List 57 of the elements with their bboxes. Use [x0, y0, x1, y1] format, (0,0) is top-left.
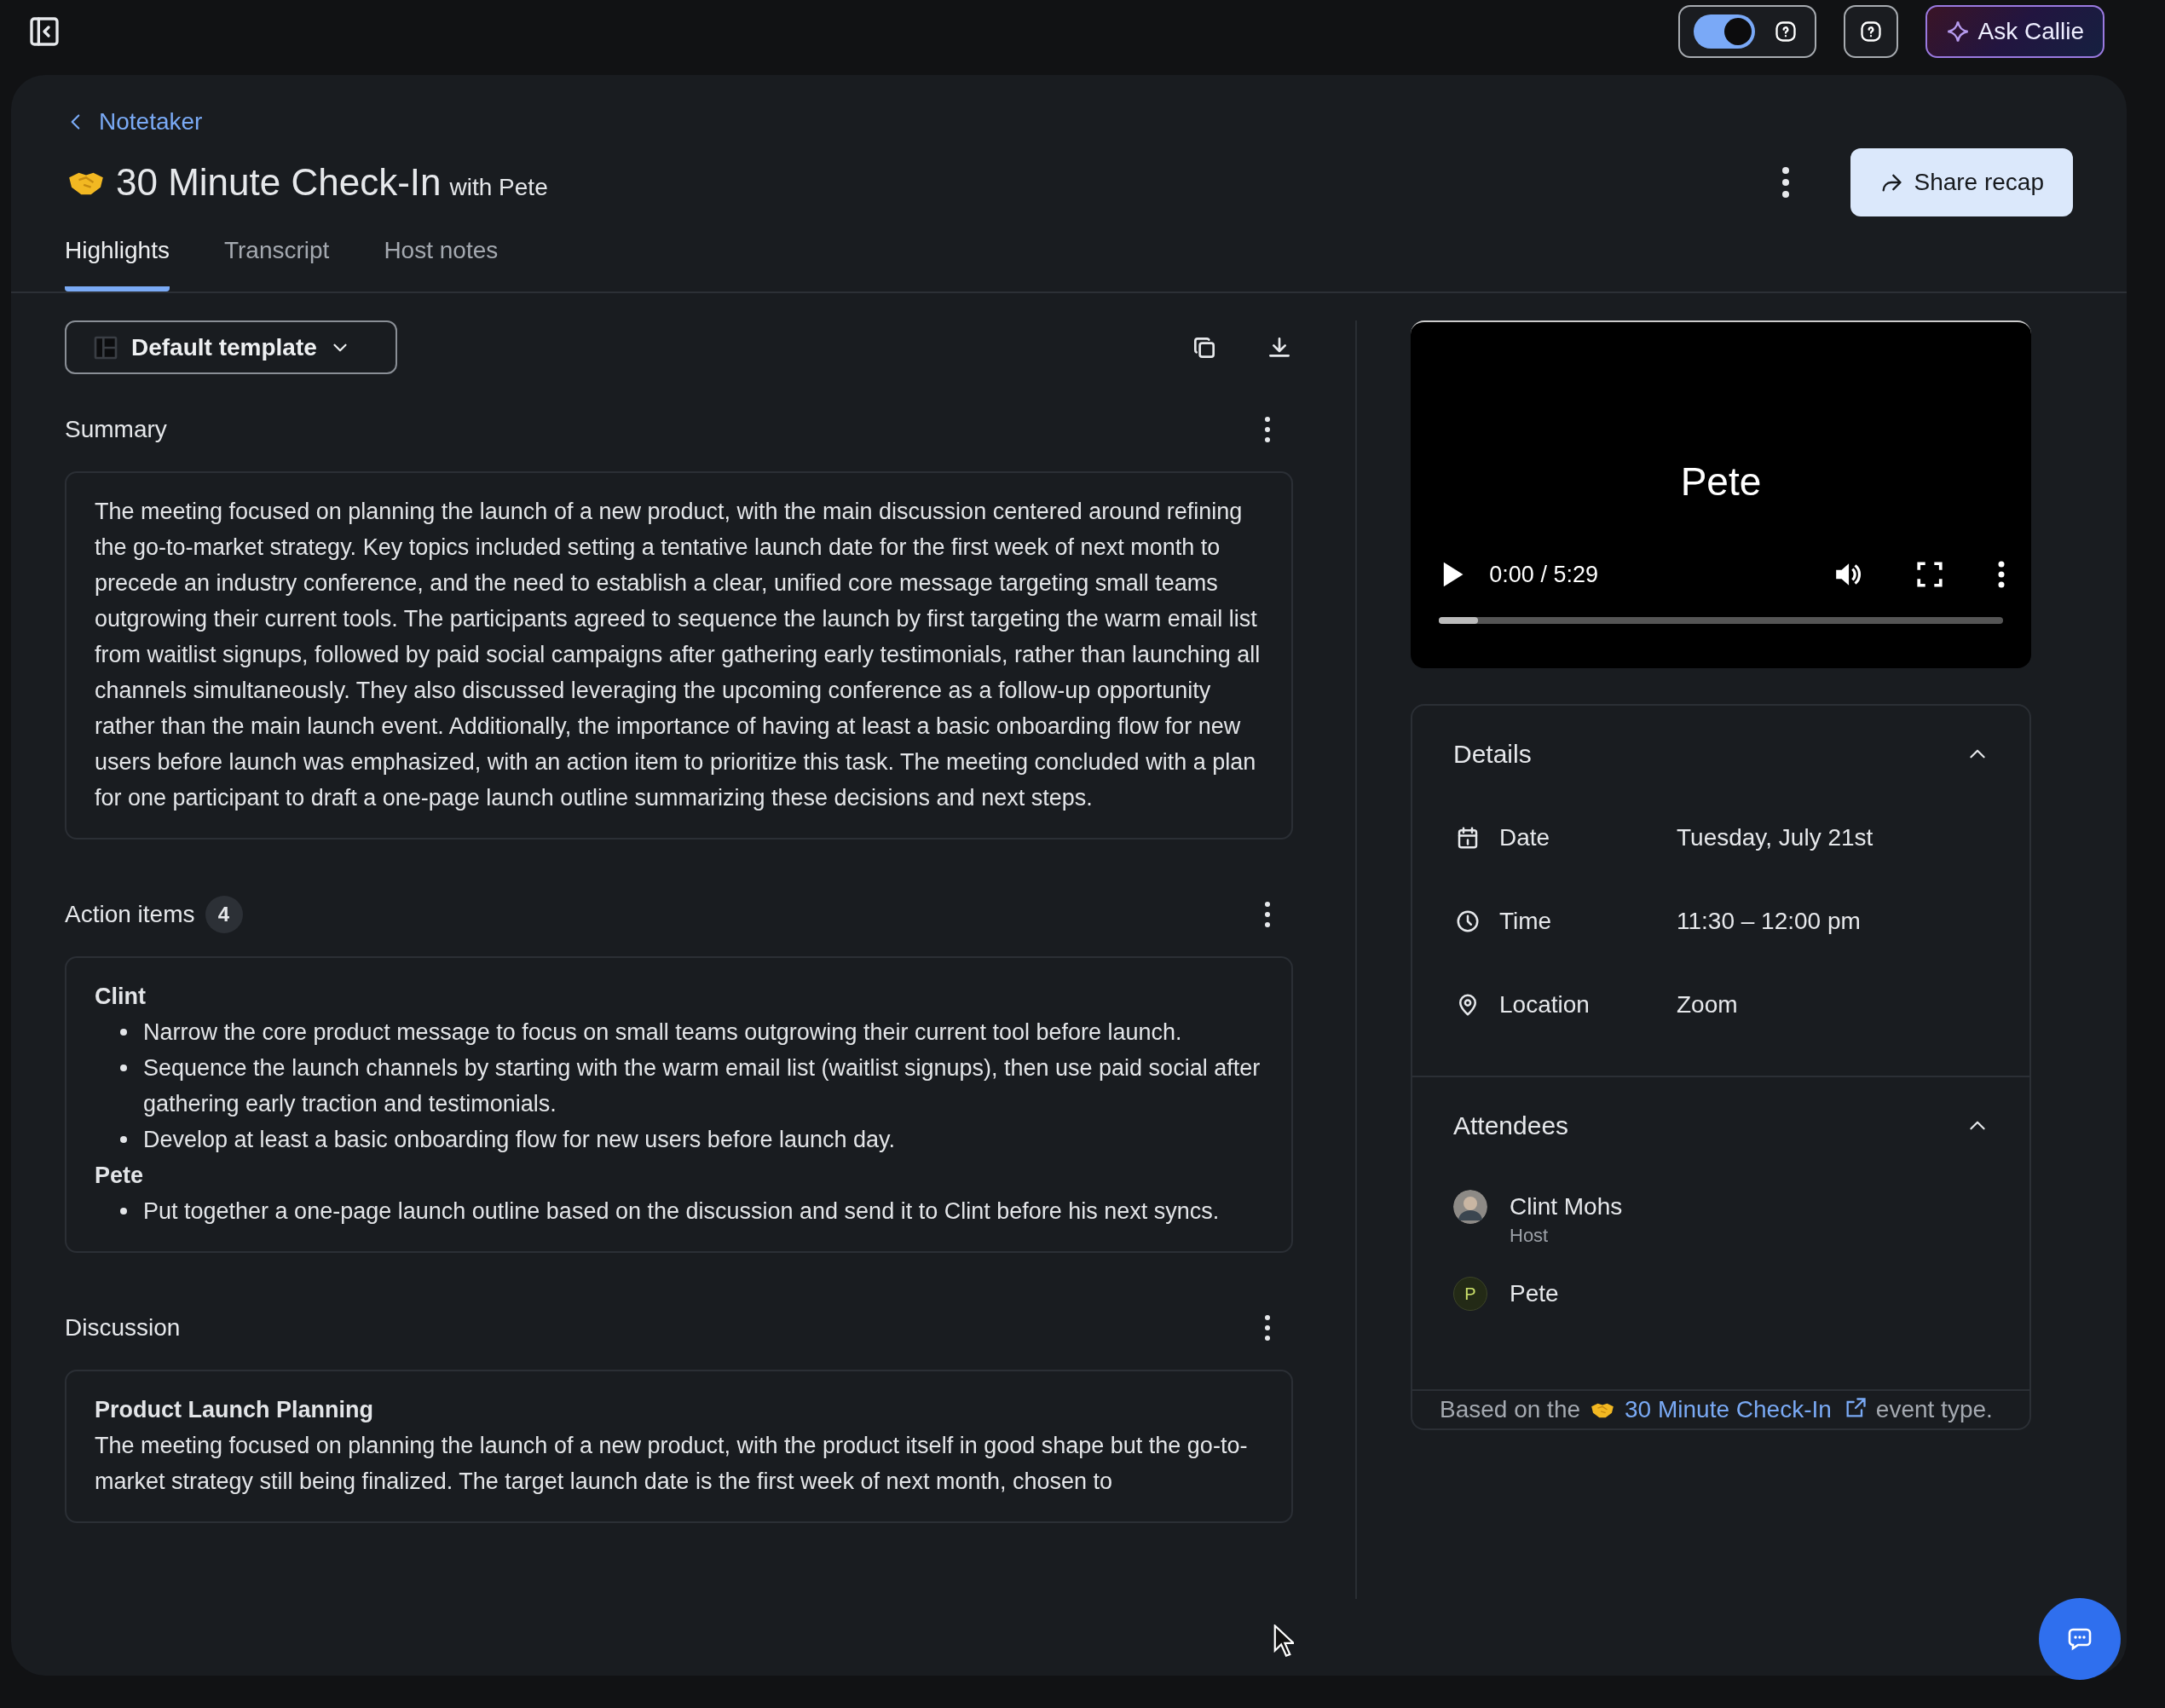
back-link[interactable]: Notetaker [99, 108, 203, 136]
tab[interactable]: Host notes [384, 216, 499, 291]
assignee-name: Pete [95, 1162, 145, 1190]
panel-title: Details [1453, 740, 1532, 769]
attendee-name: Pete [1510, 1279, 1559, 1308]
video-caption: Pete [1680, 459, 1762, 505]
action-item: Narrow the core product message to focus on small teams outgrowing their current tool before launch. [143, 1018, 1182, 1047]
section-title: Action items [65, 901, 195, 928]
chat-icon [2068, 1627, 2092, 1651]
clock-icon [1455, 909, 1481, 934]
bullet-icon [120, 1136, 127, 1143]
video-progress-bar[interactable] [1439, 617, 2003, 624]
help-icon [1858, 20, 1883, 43]
action-item: Put together a one-page launch outline based on the discussion and send it to Clint before his next syncs. [143, 1197, 1220, 1226]
help-icon[interactable] [1773, 20, 1798, 43]
section-title: Summary [65, 416, 167, 443]
detail-label: Date [1499, 824, 1551, 851]
event-type-link[interactable]: 30 Minute Check-In [1625, 1396, 1868, 1423]
bullet-icon [120, 1029, 127, 1036]
share-button[interactable]: Share recap [1850, 148, 2073, 216]
toggle-switch[interactable] [1693, 14, 1755, 49]
topic-heading: Product Launch Planning [95, 1396, 374, 1424]
topic-text: The meeting focused on planning the launch of a new product, with the product itself in good shape but the go-to-market strategy still being finalized. The target launch date is the first week of next month, chosen to [95, 1432, 1249, 1496]
page-title: 30 Minute Check-In [116, 161, 442, 204]
avatar [1453, 1190, 1487, 1224]
count-badge: 4 [205, 896, 243, 933]
tab[interactable]: Transcript [223, 216, 330, 291]
attendee-role: Host [1510, 1224, 1550, 1248]
video-time: 0:00 / 5:29 [1489, 561, 1598, 588]
sidebar-toggle-icon[interactable] [27, 14, 61, 49]
note-text: event type. [1875, 1396, 1993, 1423]
page-subtitle: with Pete [449, 174, 548, 201]
note-text: Based on the [1440, 1396, 1581, 1423]
action-item: Develop at least a basic onboarding flow for new users before launch day. [143, 1126, 896, 1154]
mouse-cursor-icon [1273, 1624, 1294, 1657]
detail-value: Zoom [1677, 991, 1738, 1018]
assignee-name: Clint [95, 983, 147, 1011]
fullscreen-icon[interactable] [1915, 560, 1944, 589]
ask-button[interactable]: Ask Callie [1925, 5, 2104, 58]
more-icon[interactable] [1997, 560, 2006, 589]
attendee-name: Clint Mohs [1510, 1192, 1623, 1221]
help-button[interactable] [1843, 5, 1898, 58]
summary-text: The meeting focused on planning the launch of a new product, with the main discussion centered around refining the go-to-market strategy. Key topics included setting a tentative launch date for the first week of next month to precede an industry conference, and the need to establish a clear, unified core message targeting small teams outgrowing their current tools. The participants agreed to sequence the launch by first targeting the warm email list from waitlist signups, followed by paid social campaigns after gathering early testimonials, rather than launching all channels simultaneously. They also discussed leveraging the upcoming conference as a follow-up opportunity rather than the main launch event. Additionally, the importance of having at least a basic onboarding flow for new users before launch was emphasized, with an action item to prioritize this task. The meeting concluded with a plan for one participant to draft a one-page launch outline summarizing these decisions and next steps. [95, 498, 1261, 812]
avatar: P [1453, 1277, 1487, 1311]
panel-title: Attendees [1453, 1111, 1569, 1140]
detail-value: 11:30 – 12:00 pm [1677, 908, 1861, 935]
section-title: Discussion [65, 1314, 181, 1342]
detail-label: Location [1499, 991, 1591, 1018]
detail-value: Tuesday, July 21st [1677, 824, 1873, 851]
action-item: Sequence the launch channels by starting with the warm email list (waitlist signups), then use paid social after gathering early traction and testimonials. [143, 1054, 1261, 1118]
tab[interactable]: Highlights [65, 216, 170, 291]
detail-label: Time [1499, 908, 1553, 935]
bullet-icon [120, 1065, 127, 1071]
template-dropdown[interactable]: Default template [65, 320, 397, 374]
bullet-icon [120, 1208, 127, 1215]
sparkle-icon [1945, 20, 1970, 43]
more-icon[interactable] [1781, 165, 1792, 199]
